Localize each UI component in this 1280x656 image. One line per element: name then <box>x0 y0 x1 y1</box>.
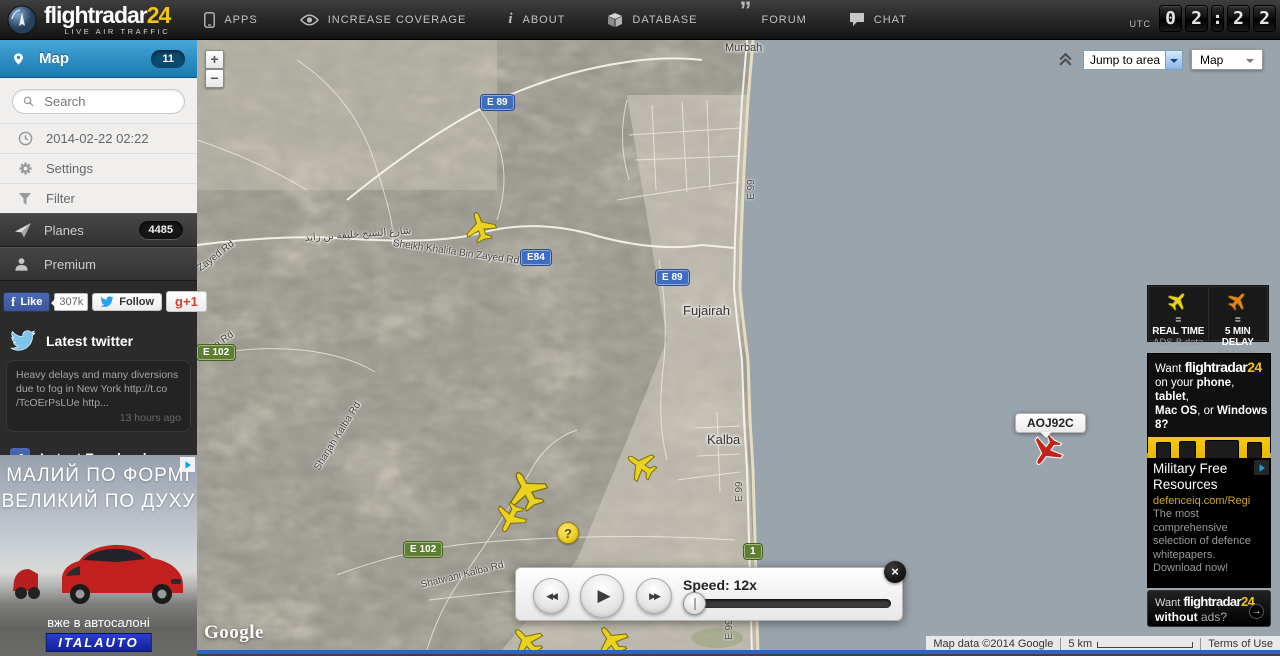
ad-subline: вже в автосалоні <box>0 615 197 630</box>
arrow-right-icon: → <box>1249 604 1264 619</box>
orange-plane-icon <box>1225 289 1251 313</box>
ad-brand-logo: ITALAUTO <box>45 633 152 652</box>
sidebar-item-settings[interactable]: Settings <box>0 153 197 183</box>
map-panel-badge: 11 <box>151 50 185 68</box>
aircraft-callsign-tooltip[interactable]: AOJ92C <box>1015 413 1086 433</box>
play-button[interactable]: ▶ <box>580 574 624 618</box>
twitter-icon <box>100 296 114 308</box>
clock-digit: 2 <box>1253 5 1276 32</box>
remove-ads-banner[interactable]: Want flightradar24 without ads? → <box>1147 590 1271 627</box>
radar-icon <box>6 4 38 36</box>
planes-count-badge: 4485 <box>139 221 183 239</box>
paper-plane-icon <box>14 222 32 238</box>
sidebar-item-premium[interactable]: Premium <box>0 247 197 281</box>
twitter-follow-button[interactable]: Follow <box>92 293 162 311</box>
map-panel-title: Map <box>39 50 69 67</box>
sidebar-item-planes[interactable]: Planes 4485 <box>0 213 197 247</box>
flightradar24-logo[interactable]: flightradar24 LIVE AIR TRAFFIC <box>6 4 170 36</box>
terms-of-use-link[interactable]: Terms of Use <box>1200 638 1280 650</box>
filter-icon <box>18 192 33 206</box>
rewind-button[interactable]: ◀◀ <box>533 578 569 614</box>
person-icon <box>14 257 32 272</box>
database-icon <box>607 12 623 28</box>
map-copyright: Map data ©2014 Google <box>926 638 1060 650</box>
nav-chat[interactable]: CHAT <box>849 12 907 27</box>
search-input[interactable] <box>42 93 174 110</box>
quotes-icon: ” <box>739 11 752 21</box>
playback-slider-handle[interactable] <box>683 592 706 615</box>
clock-digit: 2 <box>1227 5 1250 32</box>
collapse-panel-button[interactable] <box>1058 53 1073 71</box>
clock-icon <box>18 131 33 146</box>
scale-control: 5 km <box>1060 638 1200 650</box>
phone-icon <box>204 12 215 28</box>
close-playback-button[interactable]: × <box>884 561 906 583</box>
nav-increase-coverage[interactable]: INCREASE COVERAGE <box>300 14 467 26</box>
ad-link[interactable]: defenceiq.com/Regi <box>1153 495 1265 507</box>
playback-slider-track[interactable] <box>684 599 891 608</box>
adsb-legend: = REAL TIME ADS-B data <box>1149 287 1208 340</box>
utc-clock: UTC 0 2 : 2 2 <box>1130 5 1277 32</box>
clock-colon: : <box>1211 5 1224 32</box>
nav-about[interactable]: i ABOUT <box>508 11 565 28</box>
data-source-legend[interactable]: = REAL TIME ADS-B data = 5 MIN DELAY FAA… <box>1147 285 1269 342</box>
app-promo-ad[interactable]: Want flightradar24 on your phone, tablet… <box>1147 353 1271 453</box>
nav-apps[interactable]: APPS <box>204 12 257 28</box>
latest-tweet[interactable]: Heavy delays and many diversions due to … <box>6 360 191 432</box>
fast-forward-button[interactable]: ▶▶ <box>636 578 672 614</box>
map-canvas[interactable] <box>197 40 1280 656</box>
utc-label: UTC <box>1130 19 1152 29</box>
sidebar: Map 11 2014-02-22 02:22 Settings Filter <box>0 40 197 656</box>
playback-bar: × ◀◀ ▶ ▶▶ Speed: 12x <box>515 567 903 621</box>
gear-icon <box>18 161 33 176</box>
clock-digit: 2 <box>1185 5 1208 32</box>
top-nav: flightradar24 LIVE AIR TRAFFIC APPS INCR… <box>0 0 1280 40</box>
nav-forum[interactable]: ” FORUM <box>739 14 806 26</box>
tweet-timestamp: 13 hours ago <box>16 411 181 425</box>
search-box[interactable] <box>12 89 185 114</box>
ad-headline: ВЕЛИКИЙ ПО ДУХУ <box>0 491 197 513</box>
like-count: 307k <box>54 293 88 311</box>
info-icon: i <box>508 11 513 28</box>
sidebar-advertisement[interactable]: МАЛИЙ ПО ФОРМІ ВЕЛИКИЙ ПО ДУХУ вже в авт… <box>0 455 197 656</box>
military-text-ad[interactable]: Military Free Resources defenceiq.com/Re… <box>1147 458 1271 588</box>
brand-tagline: LIVE AIR TRAFFIC <box>44 28 170 36</box>
unknown-aircraft-marker[interactable]: ? <box>557 522 579 544</box>
map-pin-icon <box>12 51 25 67</box>
adchoices-icon[interactable] <box>1254 460 1269 475</box>
gplus-button[interactable]: g+1 <box>166 291 207 312</box>
twitter-bird-icon <box>10 330 36 352</box>
chevron-down-icon <box>1165 51 1182 69</box>
zoom-in-button[interactable]: + <box>205 50 224 69</box>
scale-bar <box>1097 642 1193 648</box>
ad-headline: МАЛИЙ ПО ФОРМІ <box>0 465 197 487</box>
facebook-icon: f <box>11 297 15 307</box>
chevron-down-icon <box>1246 59 1254 63</box>
flightradar24-app: flightradar24 LIVE AIR TRAFFIC APPS INCR… <box>0 0 1280 656</box>
adchoices-icon[interactable] <box>180 457 195 472</box>
google-watermark[interactable]: Google <box>204 622 264 644</box>
zoom-out-button[interactable]: − <box>205 69 224 88</box>
map-type-button[interactable]: Map <box>1191 49 1263 70</box>
jump-to-area-select[interactable]: Jump to area <box>1083 50 1183 70</box>
main-nav: APPS INCREASE COVERAGE i ABOUT DATABASE … <box>204 11 949 28</box>
faa-legend: = 5 MIN DELAY FAA data <box>1209 287 1268 340</box>
nav-database[interactable]: DATABASE <box>607 12 697 28</box>
sidebar-item-filter[interactable]: Filter <box>0 183 197 213</box>
clock-digit: 0 <box>1159 5 1182 32</box>
search-icon <box>23 95 34 108</box>
yellow-plane-icon <box>1165 289 1191 313</box>
eye-icon <box>300 14 319 26</box>
sidebar-item-datetime[interactable]: 2014-02-22 02:22 <box>0 123 197 153</box>
map-attribution-bar: Map data ©2014 Google 5 km Terms of Use <box>926 636 1280 651</box>
playback-speed-label: Speed: 12x <box>683 577 757 593</box>
facebook-like-button[interactable]: fLike <box>3 292 50 312</box>
latest-twitter-header: Latest twitter <box>0 320 197 358</box>
sidebar-map-panel-header[interactable]: Map 11 <box>0 40 197 78</box>
chat-bubble-icon <box>849 12 865 27</box>
brand-name: flightradar24 <box>44 4 170 27</box>
social-bar: fLike 307k Follow g+1 <box>0 281 197 320</box>
car-image <box>0 517 197 617</box>
map-area: MurbahFujairahKalbaZayed Rdشارع الشيخ خل… <box>197 40 1280 656</box>
